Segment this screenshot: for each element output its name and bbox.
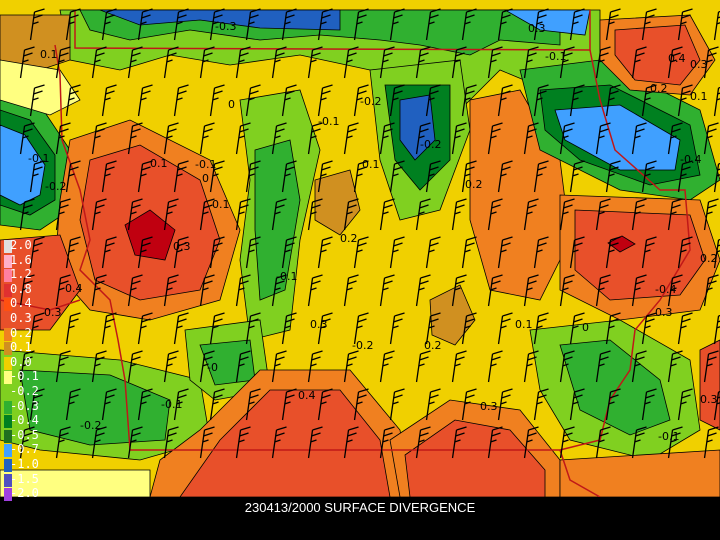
contour-label: 0.1 <box>212 198 230 211</box>
contour-label: 0.3 <box>173 240 191 253</box>
legend-entry: -0.3 <box>0 398 60 414</box>
legend-entry: -1.0 <box>0 457 60 472</box>
legend-label: 0.2 <box>10 325 32 340</box>
contour-label: 0 <box>582 321 589 334</box>
contour-label: -0.1 <box>195 158 216 171</box>
legend-entry: 0.0 <box>0 354 60 370</box>
legend-label: -0.1 <box>10 369 39 384</box>
contour-label: -0.4 <box>680 153 701 166</box>
divergence-map: -0.3 0.3-0.10.1 0.4 0.30.20.1-0.20-0.1-0.1 0… <box>0 0 720 497</box>
contour-label: 0.4 <box>298 389 316 402</box>
contour-label: 0.3 <box>655 306 673 319</box>
contour-label: 0.2 <box>700 252 718 265</box>
contour-label: -0.3 <box>215 20 236 33</box>
contour-label: 0.2 <box>340 232 358 245</box>
contour-label: 0.4 <box>65 282 83 295</box>
contour-label: -0 <box>207 361 218 374</box>
contour-label: -0.2 <box>352 339 373 352</box>
contour-label: 0.1 <box>690 90 708 103</box>
contour-label: -0.2 <box>420 138 441 151</box>
legend-label: -0.2 <box>10 384 39 398</box>
contour-label: -0.4 <box>655 283 676 296</box>
legend-label: 2.0 <box>10 238 32 252</box>
map-caption: 230413/2000 SURFACE DIVERGENCE <box>244 500 476 515</box>
legend-entry: -0.1 <box>0 369 60 385</box>
legend-label: 0.4 <box>10 296 32 311</box>
contour-label: 0.1 <box>515 318 533 331</box>
legend-entry: 1.6 <box>0 252 60 268</box>
legend-entry: -0.7 <box>0 442 60 458</box>
legend-entry: 0.3 <box>0 311 60 326</box>
legend-entry: -0.2 <box>0 384 60 399</box>
legend-label: -0.3 <box>10 398 39 413</box>
contour-label: -0.1 <box>28 152 49 165</box>
contour-label: -0.2 <box>80 419 101 432</box>
contour-label: -0.2 <box>360 95 381 108</box>
contour-label: -0.1 <box>545 50 566 63</box>
legend-entry: 2.0 <box>0 238 60 253</box>
contour-label: 0.2 <box>424 339 442 352</box>
contour-label: -0.1 <box>318 115 339 128</box>
contour-label: -0.1 <box>658 430 679 443</box>
legend-label: 0.1 <box>10 340 32 355</box>
legend-entry: -0.4 <box>0 413 60 429</box>
contour-label: 0.3 <box>700 393 718 406</box>
contour-label: 0.3 <box>480 400 498 413</box>
legend-entry: -1.5 <box>0 471 60 487</box>
contour-label: 0.1 <box>40 48 58 61</box>
legend-label: 0.3 <box>10 311 32 325</box>
legend-label: -1.0 <box>10 457 39 471</box>
legend-label: -2.0 <box>10 486 39 501</box>
contour-label: -0.1 <box>161 398 182 411</box>
legend-entry: 0.2 <box>0 325 60 341</box>
legend-label: 1.2 <box>10 267 32 282</box>
legend-label: 1.6 <box>10 252 32 267</box>
legend-label: -0.7 <box>10 442 39 457</box>
legend-label: 0.0 <box>10 354 32 369</box>
contour-label: 0.2 <box>650 82 668 95</box>
contour-label: -0.1 <box>276 270 297 283</box>
color-legend: 2.0 1.6 1.2 0.8 0.4 0.3 0.2 0.1 0.0 -0.1 -0.2 -0.3-… <box>0 238 60 515</box>
contour-label: -0.2 <box>45 180 66 193</box>
contour-label: 0 <box>228 98 235 111</box>
legend-label: -0.4 <box>10 413 39 428</box>
legend-label: -1.5 <box>10 471 39 486</box>
legend-label: 0.8 <box>10 281 32 296</box>
contour-label: 0.1 <box>150 157 168 170</box>
contour-label: 0.3 <box>690 58 708 71</box>
contour-label: 0.3 <box>528 22 546 35</box>
legend-entry: 0.4 <box>0 296 60 312</box>
contour-label: 0 <box>202 172 209 185</box>
contour-label: 0.3 <box>310 318 328 331</box>
contour-label: 0.1 <box>362 158 380 171</box>
contour-label: 0.2 <box>465 178 483 191</box>
legend-label: -0.5 <box>10 427 39 442</box>
contour-label: 0.4 <box>668 52 686 65</box>
legend-entry: 1.2 <box>0 267 60 283</box>
legend-entry: 0.1 <box>0 340 60 356</box>
legend-entry: -0.5 <box>0 427 60 443</box>
legend-entry: 0.8 <box>0 281 60 297</box>
